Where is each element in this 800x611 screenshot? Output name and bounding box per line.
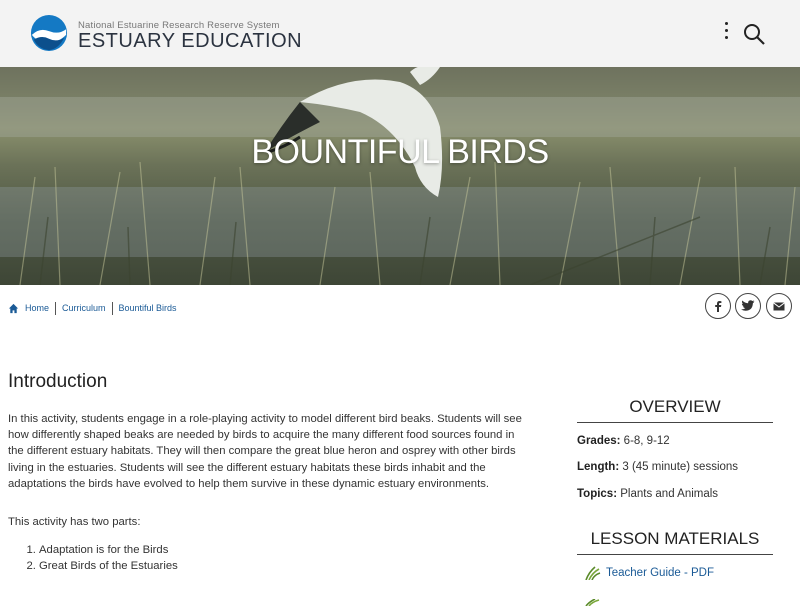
page-heading: Introduction: [8, 371, 108, 392]
topics-value: Plants and Animals: [620, 488, 719, 500]
grass-icon: [585, 566, 601, 580]
twitter-share-button[interactable]: [735, 293, 761, 319]
overview-heading: OVERVIEW: [577, 397, 773, 423]
list-item: Adaptation is for the Birds: [39, 543, 178, 559]
parts-intro: This activity has two parts:: [8, 516, 141, 528]
breadcrumb-home[interactable]: Home: [25, 303, 49, 313]
facebook-share-button[interactable]: [705, 293, 731, 319]
breadcrumb-separator: [55, 301, 57, 315]
length-label: Length:: [577, 461, 620, 473]
twitter-icon: [741, 300, 755, 311]
hero-title: BOUNTIFUL BIRDS: [251, 133, 549, 171]
length-row: Length: 3 (45 minute) sessions: [577, 461, 738, 473]
topics-label: Topics:: [577, 488, 618, 500]
hero-image: [0, 67, 800, 285]
grades-label: Grades:: [577, 435, 621, 447]
lesson-materials-heading: LESSON MATERIALS: [577, 529, 773, 555]
intro-paragraph: In this activity, students engage in a r…: [8, 413, 522, 490]
breadcrumb-curriculum[interactable]: Curriculum: [62, 303, 106, 313]
next-material-icon: [585, 593, 601, 611]
teacher-guide-label[interactable]: Teacher Guide - PDF: [606, 567, 714, 579]
length-value: 3 (45 minute) sessions: [622, 461, 739, 473]
teacher-guide-link[interactable]: Teacher Guide - PDF: [585, 566, 714, 580]
site-title[interactable]: ESTUARY EDUCATION: [78, 30, 302, 53]
grades-row: Grades: 6-8, 9-12: [577, 435, 670, 447]
noaa-logo[interactable]: [30, 14, 68, 52]
email-share-button[interactable]: [766, 293, 792, 319]
grades-value: 6-8, 9-12: [623, 435, 670, 447]
topics-row: Topics: Plants and Animals: [577, 488, 718, 500]
parts-list: Adaptation is for the Birds Great Birds …: [8, 543, 178, 574]
breadcrumb-current[interactable]: Bountiful Birds: [119, 303, 177, 313]
breadcrumb: Home Curriculum Bountiful Birds: [8, 300, 177, 316]
more-options-icon[interactable]: [716, 22, 736, 44]
breadcrumb-separator: [111, 301, 113, 315]
facebook-icon: [715, 301, 722, 312]
home-icon[interactable]: [8, 303, 19, 314]
site-header: National Estuarine Research Reserve Syst…: [0, 0, 800, 67]
hero-banner: BOUNTIFUL BIRDS: [0, 67, 800, 285]
email-icon: [773, 301, 785, 310]
search-icon[interactable]: [742, 22, 766, 46]
list-item: Great Birds of the Estuaries: [39, 559, 178, 575]
